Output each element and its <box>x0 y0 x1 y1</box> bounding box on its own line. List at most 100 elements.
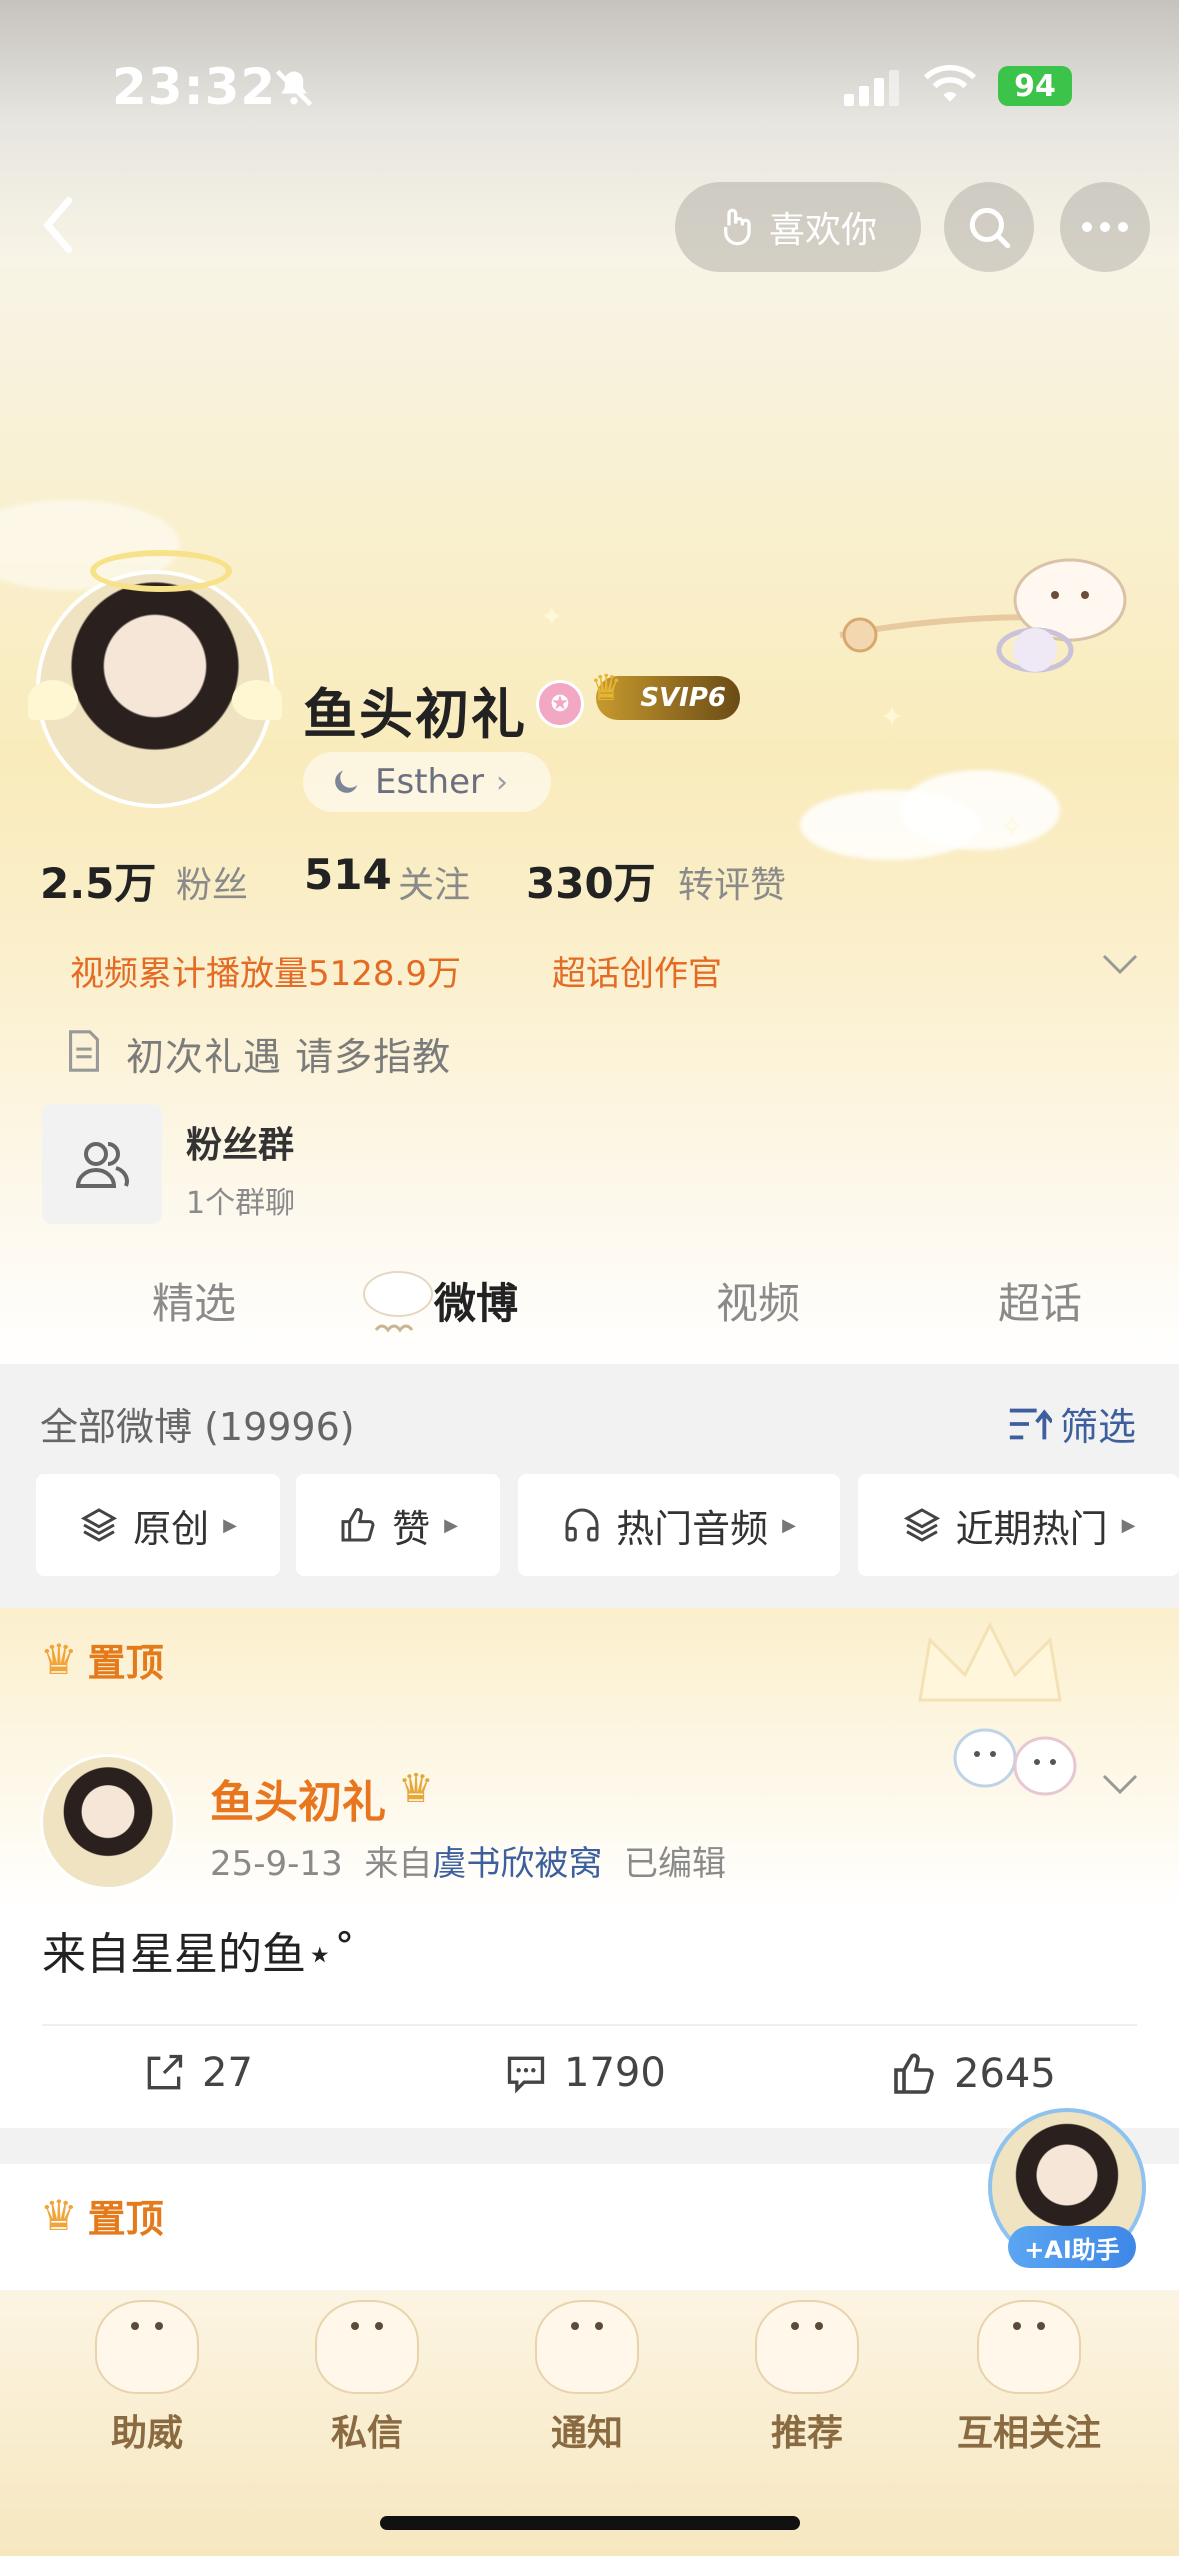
halo-decoration <box>90 550 232 592</box>
post-author-name[interactable]: 鱼头初礼 <box>210 1766 386 1830</box>
more-dots-icon <box>1082 222 1128 232</box>
pinned-text: 置顶 <box>87 1641 164 1685</box>
ip-tag-pill[interactable]: Esther › <box>303 752 551 812</box>
thumbs-up-icon <box>341 1508 375 1542</box>
post-meta: 25-9-13 来自虞书欣被窝 已编辑 <box>210 1836 726 1885</box>
pinned-text: 置顶 <box>87 2197 164 2241</box>
like-count: 2645 <box>954 2051 1056 2097</box>
post-source[interactable]: 虞书欣被窝 <box>432 1844 602 1884</box>
chip-label: 热门音频 <box>616 1506 769 1551</box>
crown-icon: ♛ <box>40 2191 78 2240</box>
layers-icon <box>80 1508 118 1542</box>
puppy-mascot-icon <box>977 2300 1081 2394</box>
ai-assistant-button[interactable]: +AI助手 <box>988 2108 1148 2268</box>
wing-decoration <box>28 680 78 720</box>
sparkle-icon: ✦ <box>540 600 564 633</box>
triangle-right-icon: ▶ <box>444 1514 458 1536</box>
chevron-right-icon: › <box>495 764 508 800</box>
engagement-count[interactable]: 330万 <box>526 850 656 911</box>
following-label[interactable]: 关注 <box>398 856 470 908</box>
moon-icon <box>335 770 358 793</box>
post-text: 来自星星的鱼⋆˚ <box>42 1929 356 1980</box>
chip-recent-hot[interactable]: 近期热门 ▶ <box>858 1474 1179 1576</box>
post-author-avatar[interactable] <box>40 1754 176 1890</box>
signal-icon <box>844 70 899 106</box>
nav-label: 通知 <box>550 2413 623 2454</box>
fan-group-title[interactable]: 粉丝群 <box>186 1116 294 1168</box>
comment-icon <box>507 2056 545 2094</box>
hand-heart-icon <box>723 208 751 246</box>
nav-notifications[interactable]: 通知 <box>512 2300 662 2456</box>
chip-label: 赞 <box>392 1506 431 1551</box>
wing-decoration <box>232 680 282 720</box>
chip-original[interactable]: 原创 ▶ <box>36 1474 280 1576</box>
nav-label: 互相关注 <box>956 2413 1101 2454</box>
fan-group-button[interactable] <box>42 1104 162 1224</box>
crown-icon: ♛ <box>398 1766 434 1812</box>
followers-count[interactable]: 2.5万 <box>40 850 156 911</box>
nav-mutual-follow[interactable]: 互相关注 <box>944 2300 1114 2456</box>
chip-likes[interactable]: 赞 ▶ <box>296 1474 500 1576</box>
chevron-down-icon[interactable] <box>1100 1772 1140 1798</box>
wifi-icon <box>923 65 977 102</box>
crown-icon: ♛ <box>590 668 623 709</box>
home-indicator[interactable] <box>380 2516 800 2530</box>
comment-count: 1790 <box>564 2050 666 2096</box>
nav-label: 助威 <box>110 2413 183 2454</box>
profile-name: 鱼头初礼 <box>303 683 527 746</box>
followers-label[interactable]: 粉丝 <box>176 856 248 908</box>
back-button[interactable] <box>30 190 90 260</box>
bell-off-icon <box>275 69 313 107</box>
crown-icon: ♛ <box>40 1635 78 1684</box>
fan-group-subtitle: 1个群聊 <box>186 1186 296 1221</box>
like-you-button[interactable]: 喜欢你 <box>675 182 921 272</box>
nav-cheer[interactable]: 助威 <box>72 2300 222 2456</box>
nav-messages[interactable]: 私信 <box>292 2300 442 2456</box>
filter-button[interactable]: 筛选 <box>1006 1396 1136 1451</box>
tab-featured[interactable]: 精选 <box>152 1270 236 1331</box>
verified-badge-icon[interactable]: ✪ <box>536 680 584 728</box>
super-topic-creator-label[interactable]: 超话创作官 <box>552 946 722 995</box>
triangle-right-icon: ▶ <box>1121 1514 1136 1536</box>
search-button[interactable] <box>944 182 1034 272</box>
chevron-down-icon[interactable] <box>1100 952 1140 978</box>
nav-label: 推荐 <box>770 2413 843 2454</box>
headphones-icon <box>565 1508 599 1542</box>
nav-recommend[interactable]: 推荐 <box>732 2300 882 2456</box>
chip-label: 近期热门 <box>955 1506 1108 1551</box>
all-weibo-count: 全部微博 (19996) <box>40 1405 355 1449</box>
thumbs-up-icon <box>894 2053 934 2094</box>
puppy-mascot-icon <box>535 2300 639 2394</box>
sleeping-puppy-sticker <box>839 558 1127 673</box>
sparkle-icon: ✧ <box>1000 810 1024 843</box>
puppy-mascot-icon <box>315 2300 419 2394</box>
crown-decoration <box>918 1621 1062 1702</box>
group-icon <box>75 1142 129 1188</box>
filter-label: 筛选 <box>1060 1405 1137 1449</box>
layers-icon <box>903 1508 940 1542</box>
video-plays-label[interactable]: 视频累计播放量5128.9万 <box>70 946 461 995</box>
chip-hot-audio[interactable]: 热门音频 ▶ <box>518 1474 840 1576</box>
tab-weibo[interactable]: 微博 <box>434 1270 518 1331</box>
like-you-label: 喜欢你 <box>768 210 877 251</box>
battery-indicator: 94 <box>998 66 1072 106</box>
tab-video[interactable]: 视频 <box>716 1270 800 1331</box>
repost-button[interactable]: 27 <box>142 2050 253 2096</box>
pinned-label: ♛ 置顶 <box>40 2188 164 2243</box>
comment-button[interactable]: 1790 <box>504 2050 666 2096</box>
profile-avatar[interactable] <box>28 550 282 808</box>
status-time: 23:32 <box>112 58 277 116</box>
search-icon <box>969 207 1011 249</box>
pinned-label: ♛ 置顶 <box>40 1632 164 1687</box>
more-button[interactable] <box>1060 182 1150 272</box>
document-icon <box>69 1030 99 1072</box>
filter-icon <box>1009 1408 1052 1439</box>
puppy-mascot-icon <box>755 2300 859 2394</box>
tab-super-topic[interactable]: 超话 <box>998 1270 1082 1331</box>
following-count[interactable]: 514 <box>304 850 392 899</box>
engagement-label[interactable]: 转评赞 <box>678 856 786 908</box>
like-button[interactable]: 2645 <box>890 2050 1056 2098</box>
cloud-decoration <box>900 770 1060 850</box>
post-edited: 已编辑 <box>623 1844 726 1884</box>
triangle-right-icon: ▶ <box>782 1514 796 1536</box>
